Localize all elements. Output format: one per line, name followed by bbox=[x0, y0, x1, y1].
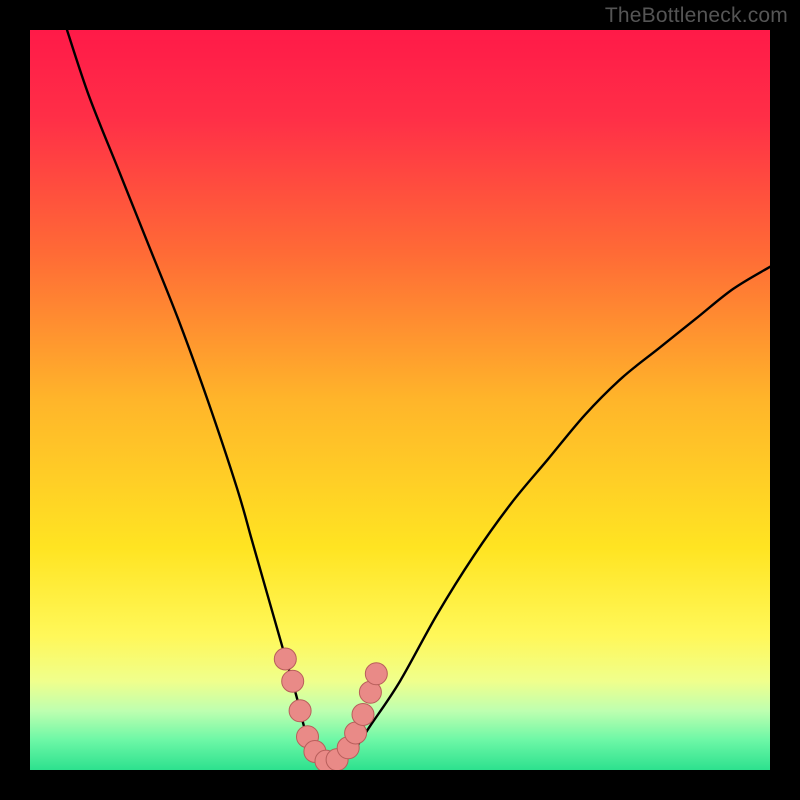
chart-frame: TheBottleneck.com bbox=[0, 0, 800, 800]
curve-layer bbox=[30, 30, 770, 770]
marker-point bbox=[365, 663, 387, 685]
plot-area bbox=[30, 30, 770, 770]
highlight-markers bbox=[274, 648, 387, 770]
marker-point bbox=[282, 670, 304, 692]
bottleneck-curve bbox=[67, 30, 770, 764]
marker-point bbox=[274, 648, 296, 670]
marker-point bbox=[289, 700, 311, 722]
marker-point bbox=[352, 704, 374, 726]
watermark-text: TheBottleneck.com bbox=[605, 4, 788, 28]
